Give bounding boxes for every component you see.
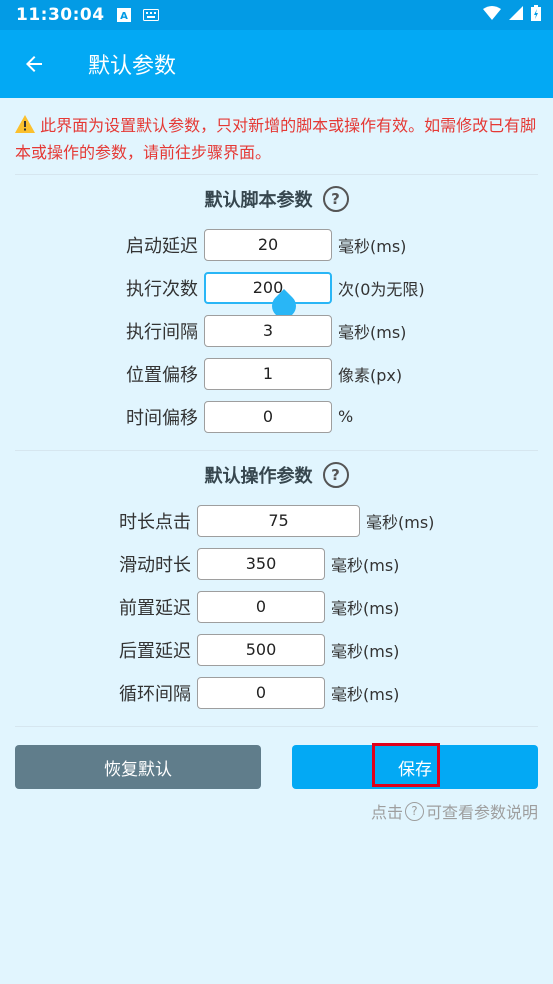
reset-defaults-button[interactable]: 恢复默认 <box>15 745 261 789</box>
unit-start-delay: 毫秒(ms) <box>338 236 407 256</box>
row-swipe-duration: 滑动时长 毫秒(ms) <box>15 542 538 585</box>
row-exec-count: 执行次数 次(0为无限) <box>15 266 538 323</box>
script-section-title: 默认脚本参数 <box>204 190 313 211</box>
divider <box>15 726 538 727</box>
unit-loop-interval: 毫秒(ms) <box>331 684 400 704</box>
row-loop-interval: 循环间隔 毫秒(ms) <box>15 671 538 714</box>
label-exec-count: 执行次数 <box>126 278 198 300</box>
unit-position-offset: 像素(px) <box>338 365 403 385</box>
unit-post-delay: 毫秒(ms) <box>331 641 400 661</box>
row-position-offset: 位置偏移 像素(px) <box>15 352 538 395</box>
arrow-left-icon <box>26 56 42 72</box>
warning-text: 此界面为设置默认参数，只对新增的脚本或操作有效。如需修改已有脚本或操作的参数，请… <box>15 116 537 162</box>
swipe-duration-input[interactable] <box>197 547 325 580</box>
row-post-delay: 后置延迟 毫秒(ms) <box>15 628 538 671</box>
back-button[interactable] <box>0 30 68 98</box>
position-offset-input[interactable] <box>204 357 332 390</box>
warning-icon <box>15 115 40 135</box>
wifi-icon <box>483 5 501 25</box>
script-help-icon[interactable]: ? <box>322 186 349 212</box>
question-icon: ? <box>404 801 424 821</box>
label-start-delay: 启动延迟 <box>126 235 198 257</box>
signal-icon <box>509 5 523 25</box>
notification-a-icon: A <box>116 8 131 22</box>
row-pre-delay: 前置延迟 毫秒(ms) <box>15 585 538 628</box>
row-exec-interval: 执行间隔 毫秒(ms) <box>15 309 538 352</box>
pre-delay-input[interactable] <box>197 590 325 623</box>
label-position-offset: 位置偏移 <box>126 364 198 386</box>
warning-notice: 此界面为设置默认参数，只对新增的脚本或操作有效。如需修改已有脚本或操作的参数，请… <box>15 112 538 166</box>
label-time-offset: 时间偏移 <box>126 407 198 429</box>
unit-time-offset: % <box>338 407 354 426</box>
post-delay-input[interactable] <box>197 633 325 666</box>
action-help-icon[interactable]: ? <box>322 462 349 488</box>
label-swipe-duration: 滑动时长 <box>119 554 191 576</box>
label-press-duration: 时长点击 <box>119 511 191 533</box>
row-press-duration: 时长点击 毫秒(ms) <box>15 499 538 542</box>
highlight-box <box>372 743 440 787</box>
label-pre-delay: 前置延迟 <box>119 597 191 619</box>
action-section-header: 默认操作参数 ? <box>15 451 538 499</box>
label-loop-interval: 循环间隔 <box>119 683 191 705</box>
app-bar: 默认参数 <box>0 30 553 98</box>
press-duration-input[interactable] <box>197 504 360 537</box>
help-hint: 点击 ? 可查看参数说明 <box>15 799 538 823</box>
status-bar: 11:30:04 A <box>0 0 553 30</box>
unit-exec-interval: 毫秒(ms) <box>338 322 407 342</box>
label-post-delay: 后置延迟 <box>119 640 191 662</box>
page-title: 默认参数 <box>88 54 177 79</box>
action-section-title: 默认操作参数 <box>204 466 313 487</box>
unit-swipe-duration: 毫秒(ms) <box>331 555 400 575</box>
exec-interval-input[interactable] <box>204 314 332 347</box>
battery-icon <box>531 4 541 26</box>
start-delay-input[interactable] <box>204 228 332 261</box>
svg-text:A: A <box>120 11 128 22</box>
unit-exec-count: 次(0为无限) <box>338 279 425 299</box>
row-start-delay: 启动延迟 毫秒(ms) <box>15 223 538 266</box>
row-time-offset: 时间偏移 % <box>15 395 538 438</box>
hint-prefix: 点击 <box>370 803 403 822</box>
loop-interval-input[interactable] <box>197 676 325 709</box>
save-button[interactable]: 保存 <box>292 743 538 789</box>
status-time: 11:30:04 <box>16 5 105 25</box>
button-bar: 恢复默认 保存 <box>15 743 538 789</box>
hint-suffix: 可查看参数说明 <box>425 803 538 822</box>
script-section-header: 默认脚本参数 ? <box>15 175 538 223</box>
keyboard-icon <box>142 9 159 21</box>
unit-pre-delay: 毫秒(ms) <box>331 598 400 618</box>
label-exec-interval: 执行间隔 <box>126 321 198 343</box>
unit-press-duration: 毫秒(ms) <box>366 512 435 532</box>
exec-count-input[interactable] <box>204 271 332 304</box>
time-offset-input[interactable] <box>204 400 332 433</box>
